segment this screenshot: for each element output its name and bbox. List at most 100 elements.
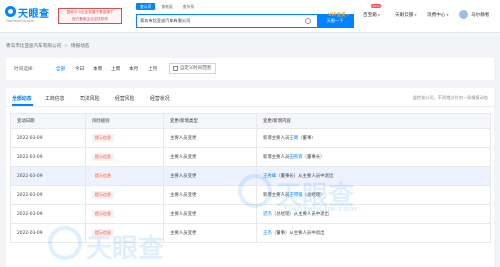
- time-filter-label: 时间选择:: [14, 67, 34, 72]
- breadcrumb-separator: >: [64, 44, 68, 49]
- table-row: 2022-03-09 提示信息 主要人员变更 王秀峰（董事长）从主要人员中退出: [10, 166, 491, 186]
- custom-range-label: 自定义时间范围: [180, 66, 211, 71]
- content-prefix: 新增主要人员: [263, 136, 290, 141]
- cell-change-type: 主要人员变更: [163, 185, 257, 205]
- person-link[interactable]: 田育宾: [289, 155, 302, 160]
- cell-change-type: 主要人员变更: [163, 128, 257, 148]
- person-link[interactable]: 王秀峰: [263, 174, 276, 179]
- cell-change-type: 主要人员变更: [163, 223, 257, 243]
- cell-date: 2022-03-09: [10, 185, 86, 205]
- dynamics-panel: 全部动态 工商信息 司法风险 经营风险 经营状况 监控该公司，不再错过任何一条情…: [6, 88, 494, 267]
- content-suffix: （董事长）: [302, 155, 325, 160]
- search-tab-boss[interactable]: 查老板: [157, 3, 176, 10]
- cell-risk-level: 提示信息: [85, 223, 164, 243]
- nav-consume[interactable]: 消费中心▼: [427, 12, 449, 18]
- table-row: 2022-03-09 提示信息 主要人员变更 新增主要人员王得强（总经理）: [10, 185, 491, 205]
- tab-operation-status[interactable]: 经营状况: [150, 95, 170, 102]
- table-body: 2022-03-09 提示信息 主要人员变更 新增主要人员王璐（董事） 2022-03-…: [10, 128, 491, 243]
- avatar[interactable]: [459, 10, 468, 19]
- risk-tag[interactable]: 提示信息: [92, 191, 114, 199]
- cell-risk-level: 提示信息: [85, 128, 164, 148]
- header-date: 变动日期: [10, 113, 86, 129]
- cell-risk-level: 提示信息: [85, 166, 164, 186]
- nav-yunsheng[interactable]: 天眼云服▼: [395, 12, 417, 18]
- table-row: 2022-03-09 提示信息 主要人员变更 迟杰（总经理）从主要人员中退出: [10, 204, 491, 224]
- tab-all-dynamics[interactable]: 全部动态: [12, 95, 32, 102]
- nav-app[interactable]: 百宝箱▼: [363, 12, 380, 18]
- active-tab-indicator: [12, 104, 33, 106]
- header-change-content: 变更/新增内容: [256, 113, 491, 129]
- logo-eye-icon: [5, 6, 16, 17]
- filter-this-week[interactable]: 本周: [93, 66, 102, 72]
- content-suffix: （董事）从主要人员中退出: [271, 231, 325, 236]
- filter-today[interactable]: 今日: [75, 66, 84, 72]
- custom-range-button[interactable]: 自定义时间范围: [169, 63, 216, 74]
- nav-consume-label: 消费中心: [427, 13, 446, 18]
- category-tabs: 全部动态 工商信息 司法风险 经营风险 经营状况 监控该公司，不再错过任何一条情…: [6, 88, 494, 107]
- person-link[interactable]: 王得强: [289, 193, 302, 198]
- person-link[interactable]: 王杰: [263, 231, 272, 236]
- cell-change-content: 新增主要人员王得强（总经理）: [256, 185, 491, 205]
- tab-operation-risk[interactable]: 经营风险: [115, 95, 135, 102]
- dynamics-table: 变动日期 风险级别 变更/新增类型 变更/新增内容 2022-03-09 提示信息…: [10, 113, 491, 243]
- cell-risk-level: 提示信息: [85, 147, 164, 167]
- caret-down-icon: ▼: [414, 13, 417, 17]
- risk-tag[interactable]: 提示信息: [92, 153, 114, 161]
- content-prefix: 新增主要人员: [263, 155, 290, 160]
- search-icon[interactable]: [305, 18, 311, 24]
- caret-down-icon: ▼: [446, 13, 449, 17]
- top-header: 天眼查 TianYanCha.com 国家中小企业发展子基金旗下 官方备案企业征…: [0, 0, 500, 33]
- nav-vip[interactable]: VIP会员▼: [328, 12, 349, 18]
- filter-last-week[interactable]: 上周: [111, 66, 120, 72]
- nav-user[interactable]: 马尔静者: [471, 12, 489, 18]
- promo-line-2: 官方备案企业征信机构: [72, 16, 108, 21]
- cell-change-type: 主要人员变更: [163, 147, 257, 167]
- new-badge: NEW: [371, 4, 382, 8]
- table-row: 2022-03-09 提示信息 主要人员变更 王杰（董事）从主要人员中退出: [10, 223, 491, 243]
- cell-change-content: 新增主要人员田育宾（董事长）: [256, 147, 491, 167]
- caret-down-icon: ▼: [377, 13, 381, 17]
- content-suffix: （董事）: [298, 136, 316, 141]
- cell-date: 2022-03-09: [10, 128, 86, 148]
- person-link[interactable]: 迟杰: [263, 212, 272, 217]
- content-prefix: 新增主要人员: [263, 193, 290, 198]
- filter-all[interactable]: 全部: [56, 66, 65, 72]
- caret-down-icon: ▼: [346, 13, 350, 17]
- promo-badge[interactable]: 国家中小企业发展子基金旗下 官方备案企业征信机构: [58, 8, 122, 24]
- nav-yunsheng-label: 天眼云服: [395, 13, 414, 18]
- search-tab-relation[interactable]: 查关系: [179, 3, 198, 10]
- search-tabs: 查公司 查老板 查关系: [136, 3, 200, 11]
- search-tab-company[interactable]: 查公司: [136, 3, 156, 10]
- tab-business-info[interactable]: 工商信息: [45, 95, 65, 102]
- table-header-row: 变动日期 风险级别 变更/新增类型 变更/新增内容: [10, 113, 491, 129]
- header-risk-level: 风险级别: [85, 113, 164, 129]
- breadcrumb: 青岛市比亚迪汽车有限公司 > 情报动态: [6, 43, 89, 49]
- content-suffix: （董事长）从主要人员中退出: [276, 174, 334, 179]
- time-filter-bar: 时间选择: 全部 今日 本周 上周 本月 上月 自定义时间范围: [6, 58, 494, 80]
- header-change-type: 变更/新增类型: [163, 113, 257, 129]
- content-suffix: （总经理）: [302, 193, 325, 198]
- filter-last-month[interactable]: 上月: [148, 66, 157, 72]
- calendar-icon: [173, 66, 178, 71]
- cell-risk-level: 提示信息: [85, 185, 164, 205]
- table-row: 2022-03-09 提示信息 主要人员变更 新增主要人员田育宾（董事长）: [10, 147, 491, 167]
- person-link[interactable]: 王璐: [289, 136, 298, 141]
- brand-logo[interactable]: 天眼查 TianYanCha.com: [5, 5, 57, 27]
- cell-date: 2022-03-09: [10, 223, 86, 243]
- monitor-hint[interactable]: 监控该公司，不再错过任何一条情报动态: [413, 95, 488, 101]
- cell-risk-level: 提示信息: [85, 204, 164, 224]
- risk-tag[interactable]: 提示信息: [92, 134, 114, 142]
- risk-tag[interactable]: 提示信息: [92, 210, 114, 218]
- search-input[interactable]: [140, 15, 300, 27]
- risk-tag[interactable]: 提示信息: [92, 172, 114, 180]
- cell-change-type: 主要人员变更: [163, 166, 257, 186]
- filter-this-month[interactable]: 本月: [129, 66, 138, 72]
- table-row: 2022-03-09 提示信息 主要人员变更 新增主要人员王璐（董事）: [10, 128, 491, 148]
- search-box: 天眼一下: [136, 14, 354, 28]
- risk-tag[interactable]: 提示信息: [92, 229, 114, 237]
- cell-change-type: 主要人员变更: [163, 204, 257, 224]
- tab-judicial-risk[interactable]: 司法风险: [80, 95, 100, 102]
- cell-date: 2022-03-09: [10, 147, 86, 167]
- breadcrumb-company[interactable]: 青岛市比亚迪汽车有限公司: [6, 44, 61, 49]
- nav-vip-label: VIP会员: [328, 13, 346, 18]
